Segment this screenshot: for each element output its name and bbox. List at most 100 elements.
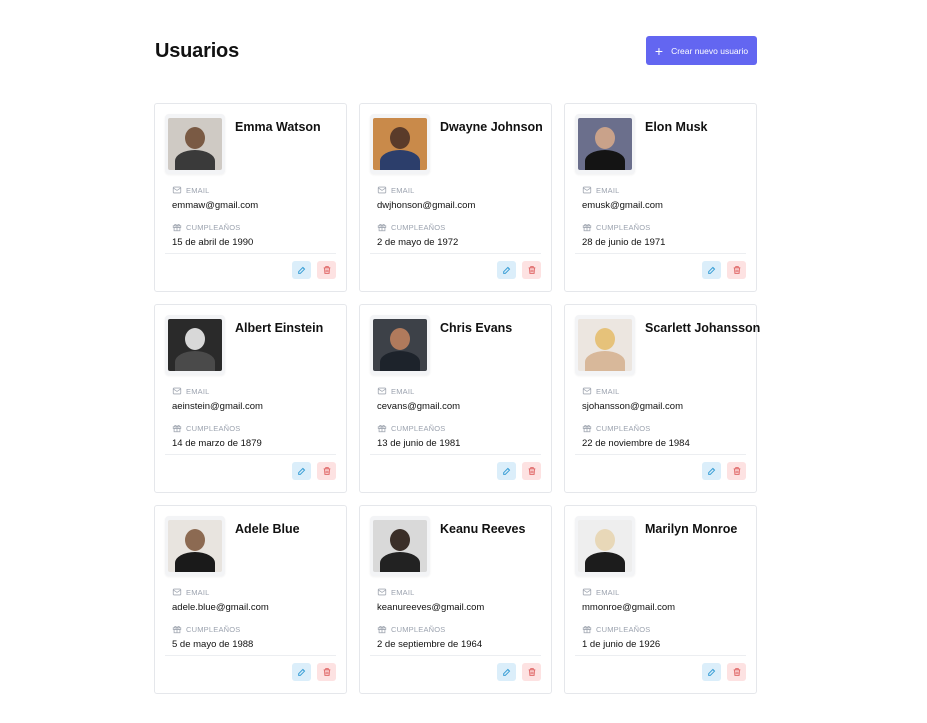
user-card: Marilyn Monroe EMAIL mmonroe@gmail.com C… — [564, 505, 757, 694]
email-value: adele.blue@gmail.com — [172, 602, 269, 613]
avatar — [578, 319, 632, 371]
edit-button[interactable] — [702, 663, 721, 681]
email-value: emmaw@gmail.com — [172, 200, 259, 211]
trash-icon — [323, 668, 330, 676]
delete-button[interactable] — [317, 462, 336, 480]
page-title: Usuarios — [155, 40, 239, 62]
edit-icon — [502, 266, 510, 274]
email-label-text: EMAIL — [596, 587, 620, 597]
avatar — [168, 319, 222, 371]
birthday-label: CUMPLEAÑOS — [582, 423, 746, 433]
avatar — [373, 319, 427, 371]
trash-icon — [733, 266, 740, 274]
email-label-text: EMAIL — [596, 185, 620, 195]
card-divider — [165, 253, 336, 254]
birthday-label-text: CUMPLEAÑOS — [391, 423, 446, 433]
edit-icon — [297, 467, 305, 475]
email-label-text: EMAIL — [391, 587, 415, 597]
envelope-icon — [172, 588, 182, 596]
envelope-icon — [377, 387, 387, 395]
user-name: Elon Musk — [645, 120, 708, 134]
user-name: Emma Watson — [235, 120, 321, 134]
card-divider — [575, 253, 746, 254]
edit-button[interactable] — [702, 462, 721, 480]
gift-icon — [377, 626, 387, 634]
user-name: Adele Blue — [235, 522, 300, 536]
delete-button[interactable] — [727, 462, 746, 480]
email-value: aeinstein@gmail.com — [172, 401, 263, 412]
avatar — [168, 520, 222, 572]
envelope-icon — [377, 588, 387, 596]
delete-button[interactable] — [727, 663, 746, 681]
birthday-label-text: CUMPLEAÑOS — [391, 222, 446, 232]
delete-button[interactable] — [317, 261, 336, 279]
birthday-value: 2 de septiembre de 1964 — [377, 639, 483, 650]
email-value: emusk@gmail.com — [582, 200, 663, 211]
edit-button[interactable] — [497, 462, 516, 480]
trash-icon — [528, 467, 535, 475]
gift-icon — [582, 626, 592, 634]
envelope-icon — [172, 387, 182, 395]
user-name: Dwayne Johnson — [440, 120, 543, 134]
card-divider — [370, 655, 541, 656]
birthday-label: CUMPLEAÑOS — [172, 423, 336, 433]
users-grid: Emma Watson EMAIL emmaw@gmail.com CUMPLE… — [154, 103, 760, 694]
envelope-icon — [377, 186, 387, 194]
trash-icon — [323, 467, 330, 475]
birthday-label-text: CUMPLEAÑOS — [596, 222, 651, 232]
user-card: Keanu Reeves EMAIL keanureeves@gmail.com… — [359, 505, 552, 694]
birthday-value: 5 de mayo de 1988 — [172, 639, 254, 650]
email-label-text: EMAIL — [596, 386, 620, 396]
plus-icon: + — [654, 42, 664, 59]
avatar-frame — [575, 315, 635, 375]
email-label: EMAIL — [377, 587, 541, 597]
email-label: EMAIL — [172, 386, 336, 396]
email-label: EMAIL — [582, 386, 746, 396]
avatar-frame — [165, 114, 225, 174]
trash-icon — [528, 668, 535, 676]
email-label-text: EMAIL — [186, 587, 210, 597]
avatar — [168, 118, 222, 170]
delete-button[interactable] — [522, 261, 541, 279]
card-divider — [165, 655, 336, 656]
birthday-label-text: CUMPLEAÑOS — [596, 423, 651, 433]
birthday-value: 22 de noviembre de 1984 — [582, 438, 690, 449]
trash-icon — [528, 266, 535, 274]
email-label: EMAIL — [172, 587, 336, 597]
delete-button[interactable] — [522, 663, 541, 681]
gift-icon — [377, 224, 387, 232]
gift-icon — [582, 425, 592, 433]
user-card: Scarlett Johansson EMAIL sjohansson@gmai… — [564, 304, 760, 493]
edit-button[interactable] — [497, 261, 516, 279]
birthday-label-text: CUMPLEAÑOS — [391, 624, 446, 634]
trash-icon — [733, 467, 740, 475]
edit-button[interactable] — [497, 663, 516, 681]
email-label-text: EMAIL — [391, 185, 415, 195]
delete-button[interactable] — [522, 462, 541, 480]
delete-button[interactable] — [317, 663, 336, 681]
edit-button[interactable] — [292, 663, 311, 681]
user-name: Keanu Reeves — [440, 522, 526, 536]
email-label-text: EMAIL — [391, 386, 415, 396]
birthday-value: 1 de junio de 1926 — [582, 639, 661, 650]
gift-icon — [172, 626, 182, 634]
birthday-label: CUMPLEAÑOS — [377, 423, 541, 433]
edit-icon — [502, 668, 510, 676]
email-value: dwjhonson@gmail.com — [377, 200, 476, 211]
avatar — [578, 520, 632, 572]
card-divider — [370, 253, 541, 254]
user-card: Emma Watson EMAIL emmaw@gmail.com CUMPLE… — [154, 103, 347, 292]
birthday-label-text: CUMPLEAÑOS — [186, 222, 241, 232]
edit-button[interactable] — [292, 261, 311, 279]
create-user-label: Crear nuevo usuario — [671, 45, 749, 56]
edit-icon — [297, 266, 305, 274]
edit-button[interactable] — [702, 261, 721, 279]
user-card: Albert Einstein EMAIL aeinstein@gmail.co… — [154, 304, 347, 493]
create-user-button[interactable]: + Crear nuevo usuario — [646, 36, 757, 65]
birthday-value: 28 de junio de 1971 — [582, 237, 666, 248]
gift-icon — [377, 425, 387, 433]
trash-icon — [323, 266, 330, 274]
delete-button[interactable] — [727, 261, 746, 279]
edit-button[interactable] — [292, 462, 311, 480]
user-card: Adele Blue EMAIL adele.blue@gmail.com CU… — [154, 505, 347, 694]
